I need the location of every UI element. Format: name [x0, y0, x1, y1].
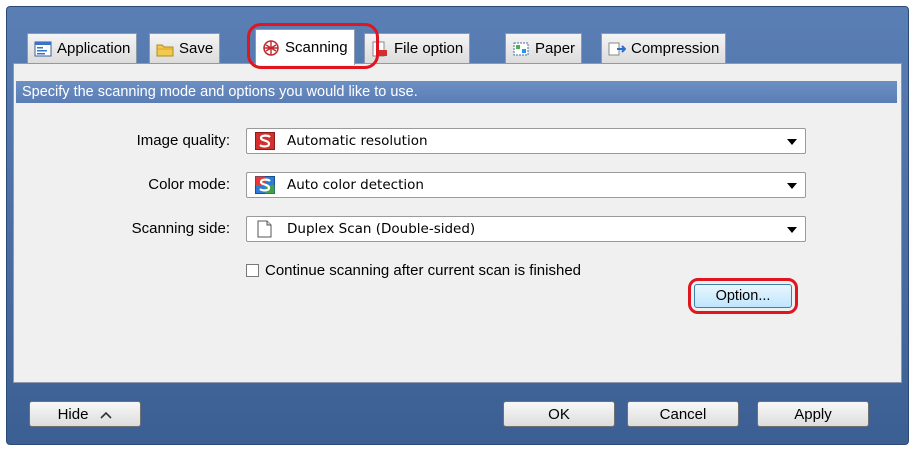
color-mode-value: Auto color detection [287, 177, 424, 193]
tab-application[interactable]: Application [27, 33, 138, 63]
chevron-down-icon [787, 139, 797, 145]
tab-file-option[interactable]: File option [364, 33, 471, 63]
tab-save[interactable]: Save [149, 33, 221, 63]
hide-button-label: Hide [57, 405, 89, 423]
scanning-panel: Specify the scanning mode and options yo… [13, 63, 902, 383]
hide-button[interactable]: Hide [29, 401, 141, 427]
ok-button[interactable]: OK [503, 401, 615, 427]
option-button-highlight: Option... [688, 278, 798, 314]
tab-paper-label: Paper [535, 40, 576, 57]
chevron-down-icon [787, 227, 797, 233]
tab-scanning-label: Scanning [285, 39, 348, 56]
scanning-side-row: Scanning side: Duplex Scan (Double-sided… [14, 216, 901, 242]
compression-icon [608, 41, 627, 57]
scansnap-red-icon [255, 132, 275, 150]
folder-icon [156, 41, 174, 57]
scanning-icon [262, 39, 280, 56]
option-button[interactable]: Option... [694, 284, 792, 308]
tab-file-option-label: File option [394, 40, 464, 57]
image-quality-label: Image quality: [136, 132, 230, 149]
file-option-icon [371, 41, 389, 57]
color-mode-label: Color mode: [148, 176, 230, 193]
tab-paper[interactable]: Paper [505, 33, 583, 63]
tab-scanning[interactable]: Scanning [255, 29, 355, 65]
scansnap-color-icon [255, 176, 275, 194]
color-mode-row: Color mode: Auto color detection [14, 172, 901, 198]
chevron-up-icon [100, 406, 112, 423]
color-mode-select[interactable]: Auto color detection [246, 172, 806, 198]
tab-strip: Application Save Scanning File option Pa… [7, 7, 908, 69]
instruction-banner: Specify the scanning mode and options yo… [16, 81, 897, 103]
image-quality-row: Image quality: Automatic resolution [14, 128, 901, 154]
tab-save-label: Save [179, 40, 214, 57]
image-quality-select[interactable]: Automatic resolution [246, 128, 806, 154]
application-icon [34, 41, 52, 57]
scanning-side-value: Duplex Scan (Double-sided) [287, 221, 476, 237]
chevron-down-icon [787, 183, 797, 189]
apply-button[interactable]: Apply [757, 401, 869, 427]
settings-window: Application Save Scanning File option Pa… [6, 6, 909, 445]
continue-scanning-checkbox[interactable] [246, 264, 259, 277]
continue-scanning-label: Continue scanning after current scan is … [265, 262, 582, 279]
tab-compression[interactable]: Compression [601, 33, 727, 63]
image-quality-value: Automatic resolution [287, 133, 428, 149]
continue-scanning-option[interactable]: Continue scanning after current scan is … [246, 262, 581, 279]
tab-application-label: Application [57, 40, 131, 57]
dialog-footer: Hide OK Cancel Apply [7, 389, 908, 445]
scanning-side-label: Scanning side: [131, 220, 230, 237]
scanning-side-select[interactable]: Duplex Scan (Double-sided) [246, 216, 806, 242]
cancel-button[interactable]: Cancel [627, 401, 739, 427]
tab-compression-label: Compression [631, 40, 720, 57]
paper-icon [512, 41, 530, 57]
duplex-page-icon [255, 220, 275, 238]
